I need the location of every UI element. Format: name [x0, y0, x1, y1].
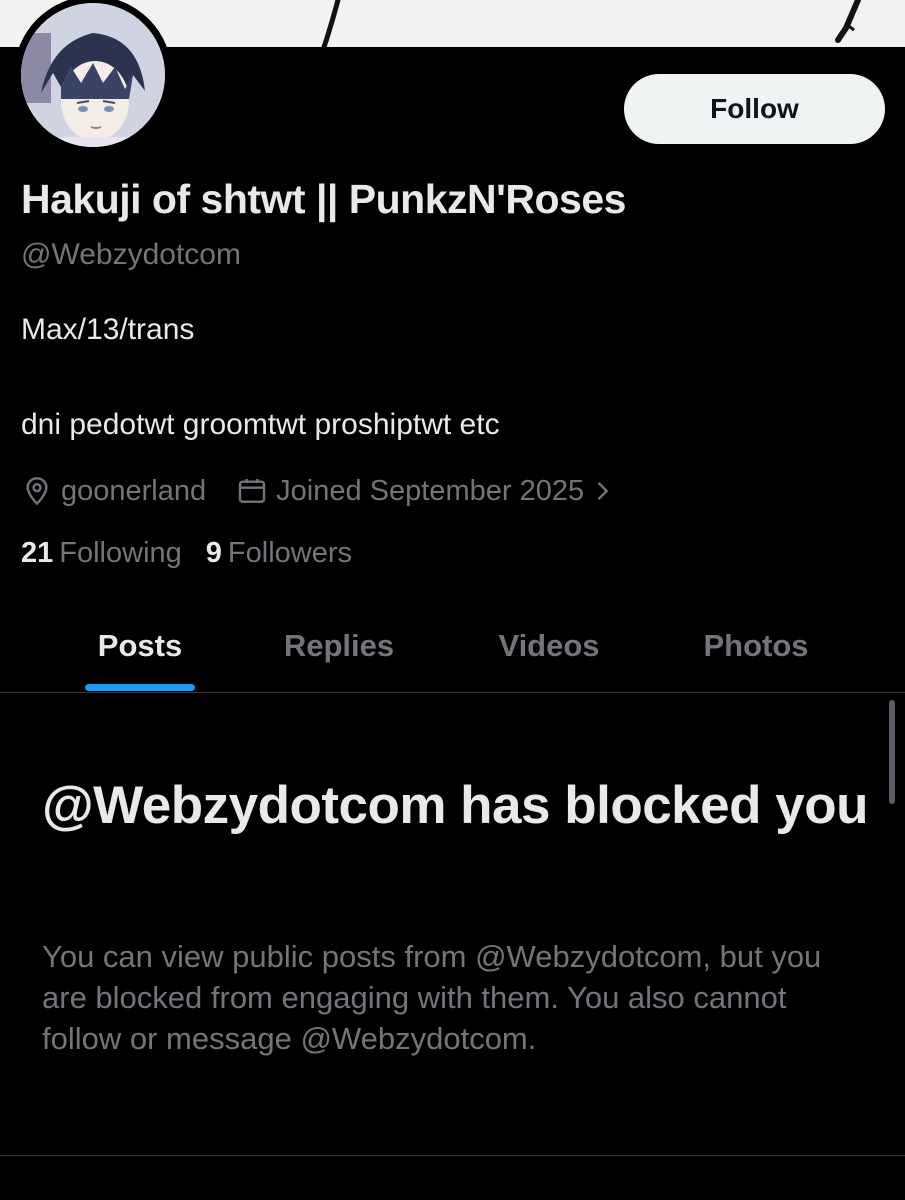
bio-line-1: Max/13/trans	[21, 313, 195, 346]
display-name: Hakuji of shtwt || PunkzN'Roses	[21, 176, 626, 222]
bio-line-2: dni pedotwt groomtwt proshiptwt etc	[21, 408, 500, 441]
follow-counts: 21 Following 9 Followers	[21, 537, 352, 570]
joined-item[interactable]: Joined September 2025	[236, 475, 624, 508]
chevron-right-icon	[597, 482, 609, 500]
tab-photos[interactable]: Photos	[656, 600, 856, 692]
divider	[0, 1155, 905, 1156]
followers-label: Followers	[227, 537, 352, 569]
tab-posts[interactable]: Posts	[40, 600, 240, 692]
active-tab-indicator	[85, 684, 195, 691]
blocked-title: @Webzydotcom has blocked you	[42, 776, 868, 835]
scrollbar[interactable]	[889, 700, 895, 804]
location-text: goonerland	[61, 474, 207, 507]
following-label: Following	[59, 537, 182, 569]
follow-button[interactable]: Follow	[624, 74, 885, 144]
tab-replies[interactable]: Replies	[239, 600, 439, 692]
location-item: goonerland	[21, 475, 206, 508]
profile-meta: goonerland Joined September 2025	[21, 471, 624, 511]
calendar-icon	[238, 479, 266, 503]
profile-handle: @Webzydotcom	[21, 238, 241, 271]
joined-text: Joined September 2025	[276, 474, 585, 507]
tab-videos[interactable]: Videos	[449, 600, 649, 692]
location-pin-icon	[26, 477, 48, 506]
blocked-description: You can view public posts from @Webzydot…	[42, 939, 822, 1056]
following-link[interactable]: 21 Following	[21, 537, 182, 570]
followers-link[interactable]: 9 Followers	[206, 537, 352, 570]
following-count: 21	[21, 537, 54, 569]
avatar[interactable]	[14, 0, 172, 154]
followers-count: 9	[205, 537, 222, 569]
profile-tabs: Posts Replies Videos Photos	[0, 600, 905, 693]
avatar-image	[21, 3, 165, 147]
